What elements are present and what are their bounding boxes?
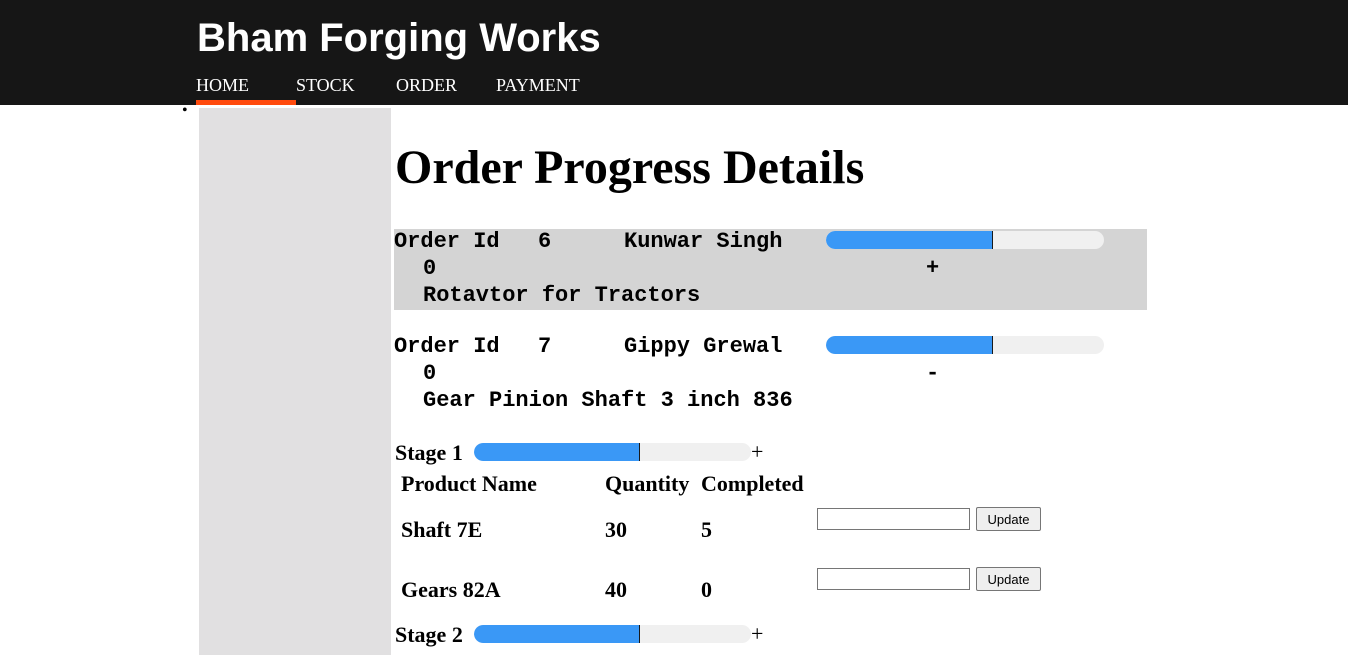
column-header-completed: Completed [701, 471, 804, 496]
column-header-product: Product Name [401, 471, 537, 496]
nav-payment[interactable]: PAYMENT [496, 74, 580, 105]
brand-title: Bham Forging Works [197, 16, 601, 60]
row-quantity: 40 [605, 577, 627, 602]
order-count: 0 [423, 361, 437, 386]
sidebar [199, 108, 391, 655]
list-bullet: • [182, 102, 188, 119]
stage-expand-toggle[interactable]: + [751, 439, 763, 465]
stage-progress-bar [474, 443, 751, 461]
order-expand-toggle[interactable]: + [926, 256, 939, 282]
order-customer: Kunwar Singh [624, 229, 783, 254]
update-button[interactable]: Update [976, 567, 1041, 591]
stage-expand-toggle[interactable]: + [751, 621, 763, 647]
nav-stock[interactable]: STOCK [296, 74, 355, 105]
stage-progress-bar [474, 625, 751, 643]
order-id-label: Order Id [394, 229, 500, 254]
order-count: 0 [423, 256, 437, 281]
order-id: 6 [538, 229, 552, 254]
row-product: Shaft 7E [401, 517, 483, 542]
page-title: Order Progress Details [395, 141, 865, 194]
order-customer: Gippy Grewal [624, 334, 783, 359]
stage-label: Stage 1 [395, 440, 463, 465]
order-progress-bar [826, 231, 1104, 249]
stage-progress-fill [474, 625, 641, 643]
order-product: Rotavtor for Tractors [423, 283, 701, 308]
row-quantity: 30 [605, 517, 627, 542]
completed-input[interactable] [817, 508, 970, 530]
row-product: Gears 82A [401, 577, 501, 602]
order-id-label: Order Id [394, 334, 500, 359]
order-product: Gear Pinion Shaft 3 inch 836 [423, 388, 793, 413]
row-completed: 0 [701, 577, 712, 602]
order-progress-fill [826, 336, 993, 354]
order-collapse-toggle[interactable]: - [926, 361, 939, 387]
site-header: Bham Forging Works HOME STOCK ORDER PAYM… [0, 0, 1348, 105]
order-progress-bar [826, 336, 1104, 354]
update-button[interactable]: Update [976, 507, 1041, 531]
row-completed: 5 [701, 517, 712, 542]
stage-progress-fill [474, 443, 641, 461]
completed-input[interactable] [817, 568, 970, 590]
stage-label: Stage 2 [395, 622, 463, 647]
order-id: 7 [538, 334, 552, 359]
order-progress-fill [826, 231, 993, 249]
column-header-quantity: Quantity [605, 471, 690, 496]
nav-home[interactable]: HOME [196, 74, 296, 105]
nav-order[interactable]: ORDER [396, 74, 457, 105]
